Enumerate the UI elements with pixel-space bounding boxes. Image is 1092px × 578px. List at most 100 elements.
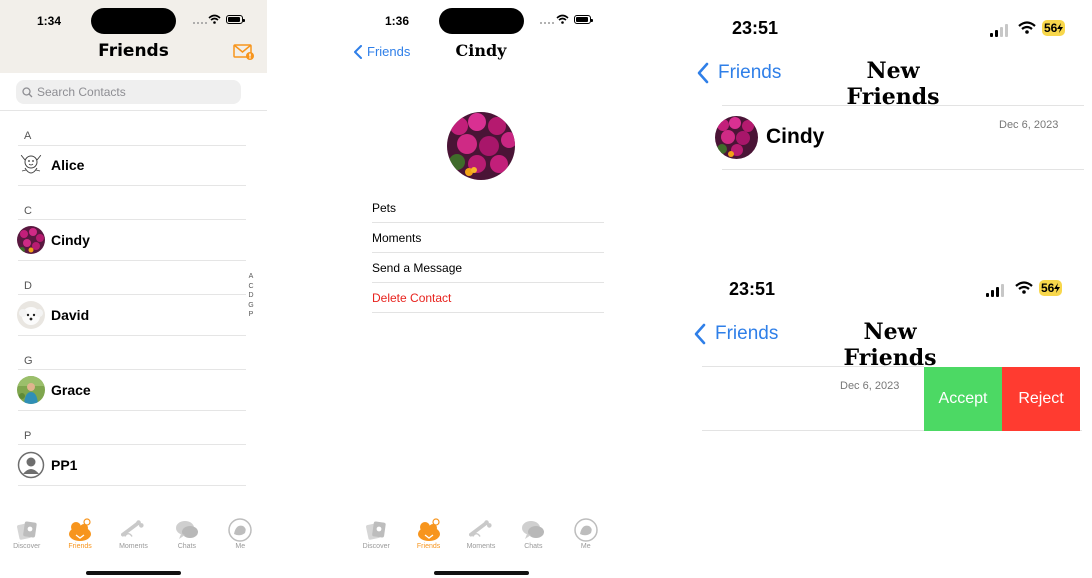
request-date: Dec 6, 2023 xyxy=(840,380,900,392)
new-friends-swiped-screen: 23:51 56 Friends New Friends Dec 6, 2023… xyxy=(680,262,1092,578)
tab-chats[interactable]: Chats xyxy=(161,518,213,560)
back-button[interactable]: Friends xyxy=(353,44,410,59)
battery-icon xyxy=(226,15,245,24)
tab-moments[interactable]: Moments xyxy=(107,518,159,560)
dynamic-island xyxy=(91,8,176,34)
back-label: Friends xyxy=(718,62,782,83)
friend-requests-mail-icon[interactable] xyxy=(233,44,255,61)
tab-label: Friends xyxy=(416,543,441,550)
accept-button[interactable]: Accept xyxy=(924,367,1002,431)
status-time: 1:36 xyxy=(385,14,410,28)
divider xyxy=(18,294,246,295)
index-letter[interactable]: D xyxy=(248,291,253,301)
tab-me[interactable]: Me xyxy=(560,518,612,560)
tab-label: Discover xyxy=(362,543,390,550)
tab-friends[interactable]: Friends xyxy=(54,518,106,560)
request-date: Dec 6, 2023 xyxy=(999,119,1059,131)
moments-icon xyxy=(468,520,492,537)
dynamic-island xyxy=(439,8,524,34)
divider xyxy=(18,145,246,146)
tab-friends[interactable]: Friends xyxy=(403,518,455,560)
contact-row-cindy[interactable]: Cindy xyxy=(17,226,90,254)
status-time: 1:34 xyxy=(37,14,62,28)
tab-discover[interactable]: Discover xyxy=(350,518,402,560)
divider xyxy=(18,185,246,186)
request-name: Cindy xyxy=(766,125,825,148)
search-input[interactable]: Search Contacts xyxy=(16,80,241,104)
avatar xyxy=(17,451,45,479)
chevron-left-icon xyxy=(697,62,709,84)
contact-name: David xyxy=(51,307,90,323)
contact-name: Grace xyxy=(51,382,91,398)
back-button[interactable]: Friends xyxy=(696,62,781,84)
tab-label: Moments xyxy=(119,543,148,550)
tab-bar: Discover Friends Moments Chats Me xyxy=(0,518,267,560)
divider xyxy=(722,169,1084,170)
section-header-g: G xyxy=(24,355,33,367)
index-letter[interactable]: C xyxy=(248,282,253,292)
tab-label: Me xyxy=(580,543,591,550)
section-header-a: A xyxy=(24,130,32,142)
pets-menu-item[interactable]: Pets xyxy=(372,193,604,223)
chevron-left-icon xyxy=(354,44,362,59)
tab-bar: Discover Friends Moments Chats Me xyxy=(350,518,612,560)
home-indicator[interactable] xyxy=(434,571,529,575)
request-avatar xyxy=(715,116,758,159)
wifi-icon xyxy=(1018,21,1036,34)
wifi-icon xyxy=(1015,281,1033,294)
moments-menu-item[interactable]: Moments xyxy=(372,223,604,253)
contact-row-grace[interactable]: Grace xyxy=(17,376,91,404)
white-dog-avatar-icon xyxy=(17,301,45,329)
send-message-menu-item[interactable]: Send a Message xyxy=(372,253,604,283)
chevron-left-icon xyxy=(694,323,706,345)
tab-chats[interactable]: Chats xyxy=(507,518,559,560)
divider xyxy=(18,410,246,411)
back-label: Friends xyxy=(367,44,411,59)
battery-icon xyxy=(574,15,593,24)
flower-avatar-icon xyxy=(17,226,45,254)
status-time: 23:51 xyxy=(732,18,779,38)
flower-avatar-icon xyxy=(447,112,515,180)
section-index-bar[interactable]: A C D G P xyxy=(247,272,255,320)
tab-me[interactable]: Me xyxy=(214,518,266,560)
discover-icon xyxy=(16,521,37,540)
flower-avatar-icon xyxy=(715,116,758,159)
discover-icon xyxy=(366,521,386,540)
default-person-avatar-icon xyxy=(17,451,45,479)
contact-name: Alice xyxy=(51,157,85,173)
contact-name: PP1 xyxy=(51,457,78,473)
tab-label: Chats xyxy=(524,543,543,550)
contact-detail-screen: 1:36 Friends Cindy Pets Moments Send a M… xyxy=(350,0,612,578)
index-letter[interactable]: G xyxy=(248,301,253,311)
battery-level-badge: 56 xyxy=(1042,20,1066,36)
avatar xyxy=(17,226,45,254)
chats-icon xyxy=(522,521,545,539)
divider xyxy=(722,105,1084,106)
avatar xyxy=(17,301,45,329)
battery-percent: 56 xyxy=(1041,281,1055,295)
contact-row-alice[interactable]: Alice xyxy=(17,151,84,179)
divider xyxy=(18,485,246,486)
cellular-signal-icon xyxy=(990,24,1008,37)
moments-icon xyxy=(121,520,145,537)
wifi-icon xyxy=(208,14,221,24)
divider xyxy=(702,366,924,367)
search-icon xyxy=(22,86,33,97)
new-friends-screen: 23:51 56 Friends New Friends Cindy Dec 6… xyxy=(680,0,1092,260)
index-letter[interactable]: A xyxy=(249,272,254,282)
back-button[interactable]: Friends xyxy=(693,323,778,345)
contact-row-pp1[interactable]: PP1 xyxy=(17,451,77,479)
home-indicator[interactable] xyxy=(86,571,181,575)
tab-discover[interactable]: Discover xyxy=(1,518,53,560)
divider xyxy=(0,110,267,111)
divider xyxy=(18,369,246,370)
index-letter[interactable]: P xyxy=(249,310,254,320)
page-title: Cindy xyxy=(455,41,507,60)
charging-bolt-icon xyxy=(1054,283,1061,293)
delete-contact-button[interactable]: Delete Contact xyxy=(372,283,604,313)
reject-button[interactable]: Reject xyxy=(1002,367,1080,431)
contact-row-david[interactable]: David xyxy=(17,301,89,329)
tab-moments[interactable]: Moments xyxy=(455,518,507,560)
tab-label: Me xyxy=(235,543,246,550)
avatar xyxy=(17,151,45,179)
